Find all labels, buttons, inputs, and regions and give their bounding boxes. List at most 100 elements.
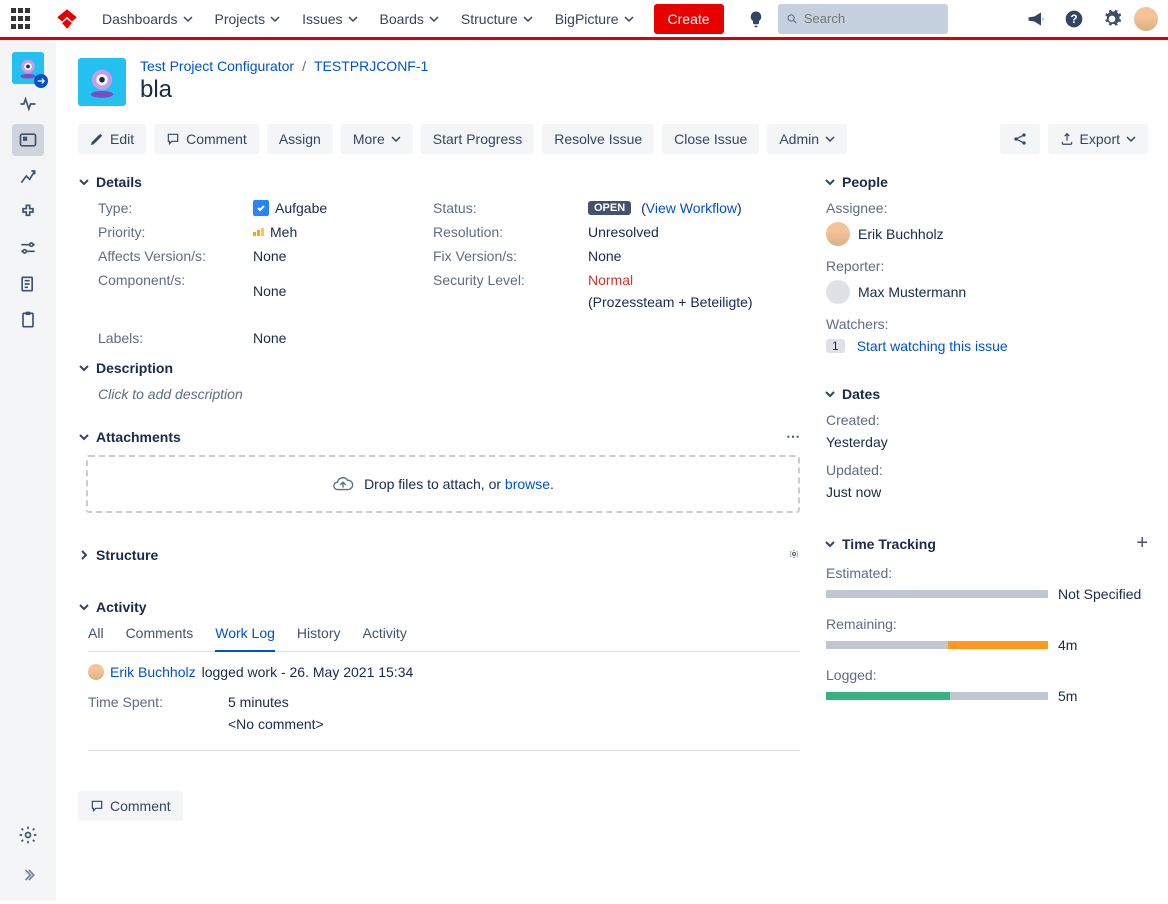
tab-comments[interactable]: Comments — [126, 625, 194, 651]
nav-bigpicture[interactable]: BigPicture — [547, 7, 642, 31]
view-workflow-link[interactable]: View Workflow — [646, 200, 737, 216]
search-input[interactable] — [778, 4, 948, 34]
details-grid: Type: Aufgabe Status: OPEN (View Workflo… — [78, 200, 800, 346]
create-button[interactable]: Create — [654, 4, 724, 34]
structure-settings-icon[interactable] — [788, 547, 800, 563]
tab-worklog[interactable]: Work Log — [215, 625, 275, 652]
breadcrumb-project[interactable]: Test Project Configurator — [140, 58, 294, 74]
admin-button[interactable]: Admin — [767, 124, 847, 154]
comment-icon — [90, 799, 104, 813]
assign-button[interactable]: Assign — [267, 124, 333, 154]
edit-button[interactable]: Edit — [78, 124, 146, 154]
security-label: Security Level: — [433, 272, 588, 310]
main-content: Test Project Configurator / TESTPRJCONF-… — [56, 40, 1168, 901]
attachment-dropzone[interactable]: Drop files to attach, or browse. — [86, 455, 800, 513]
worklog-user-link[interactable]: Erik Buchholz — [110, 664, 196, 680]
cloud-upload-icon — [332, 473, 354, 495]
export-button[interactable]: Export — [1048, 124, 1148, 154]
sidebar-clipboard-icon[interactable] — [12, 304, 44, 336]
chevron-down-icon — [1126, 134, 1136, 144]
share-button[interactable] — [1000, 124, 1040, 154]
sidebar — [0, 40, 56, 901]
affects-value: None — [253, 248, 433, 264]
chevron-down-icon — [825, 134, 835, 144]
assignee-name[interactable]: Erik Buchholz — [858, 226, 944, 242]
chevron-down-icon — [824, 176, 836, 188]
remaining-bar — [826, 641, 1048, 649]
time-tracking-section-toggle[interactable]: Time Tracking + — [824, 532, 1148, 555]
settings-icon[interactable] — [1100, 7, 1124, 31]
description-section-toggle[interactable]: Description — [78, 360, 800, 376]
sidebar-project-icon[interactable] — [12, 52, 44, 84]
details-section-toggle[interactable]: Details — [78, 174, 800, 190]
start-watching-link[interactable]: Start watching this issue — [857, 338, 1008, 354]
sidebar-activity-icon[interactable] — [12, 88, 44, 120]
attachments-menu-icon[interactable]: ⋯ — [786, 428, 800, 445]
resolution-value: Unresolved — [588, 224, 800, 240]
assignee-avatar[interactable] — [826, 222, 850, 246]
sidebar-expand-icon[interactable] — [12, 859, 44, 891]
sidebar-pages-icon[interactable] — [12, 268, 44, 300]
megaphone-icon[interactable] — [1024, 7, 1048, 31]
nav-dashboards[interactable]: Dashboards — [94, 7, 201, 31]
activity-section-toggle[interactable]: Activity — [78, 599, 800, 615]
top-bar: Dashboards Projects Issues Boards Struct… — [0, 0, 1168, 40]
search-icon — [786, 12, 798, 26]
structure-section-toggle[interactable]: Structure — [78, 547, 800, 563]
time-tracking-add-icon[interactable]: + — [1136, 532, 1148, 555]
chevron-down-icon — [270, 14, 280, 24]
created-value: Yesterday — [826, 434, 1148, 450]
description-placeholder[interactable]: Click to add description — [78, 386, 800, 402]
sidebar-settings-icon[interactable] — [12, 819, 44, 851]
affects-label: Affects Version/s: — [98, 248, 253, 264]
help-icon[interactable]: ? — [1062, 7, 1086, 31]
sidebar-board-icon[interactable] — [12, 124, 44, 156]
watchers-label: Watchers: — [826, 316, 1148, 332]
chevron-down-icon — [624, 14, 634, 24]
reporter-name[interactable]: Max Mustermann — [858, 284, 966, 300]
bulb-icon[interactable] — [744, 7, 768, 31]
type-label: Type: — [98, 200, 253, 216]
project-avatar-icon[interactable] — [78, 58, 126, 106]
nav-structure[interactable]: Structure — [453, 7, 541, 31]
comment-button-bottom[interactable]: Comment — [78, 791, 183, 821]
estimated-value: Not Specified — [1058, 586, 1148, 602]
breadcrumb-issue-key[interactable]: TESTPRJCONF-1 — [314, 58, 428, 74]
start-progress-button[interactable]: Start Progress — [421, 124, 534, 154]
profile-avatar[interactable] — [1134, 7, 1158, 31]
watchers-count-badge: 1 — [826, 339, 845, 353]
apps-grid-icon[interactable] — [10, 7, 34, 31]
sidebar-components-icon[interactable] — [12, 196, 44, 228]
attachments-section-toggle[interactable]: Attachments ⋯ — [78, 428, 800, 445]
chevron-down-icon — [348, 14, 358, 24]
tab-all[interactable]: All — [88, 625, 104, 651]
comment-button[interactable]: Comment — [154, 124, 259, 154]
svg-text:?: ? — [1070, 13, 1077, 26]
sidebar-sliders-icon[interactable] — [12, 232, 44, 264]
people-section-toggle[interactable]: People — [824, 174, 1148, 190]
nav-issues[interactable]: Issues — [294, 7, 365, 31]
resolve-issue-button[interactable]: Resolve Issue — [542, 124, 654, 154]
status-value: OPEN (View Workflow) — [588, 200, 800, 216]
jira-logo-icon[interactable] — [54, 6, 80, 32]
labels-label: Labels: — [98, 330, 253, 346]
nav-boards[interactable]: Boards — [372, 7, 447, 31]
created-label: Created: — [826, 412, 1148, 428]
tab-activity[interactable]: Activity — [362, 625, 406, 651]
worklog-comment: <No comment> — [228, 716, 324, 732]
more-button[interactable]: More — [341, 124, 413, 154]
time-spent-value: 5 minutes — [228, 694, 289, 710]
reporter-avatar[interactable] — [826, 280, 850, 304]
dates-section-toggle[interactable]: Dates — [824, 386, 1148, 402]
comment-icon — [166, 132, 180, 146]
priority-icon — [253, 228, 264, 236]
close-issue-button[interactable]: Close Issue — [662, 124, 759, 154]
nav-projects[interactable]: Projects — [207, 7, 289, 31]
fix-label: Fix Version/s: — [433, 248, 588, 264]
browse-link[interactable]: browse — [505, 476, 550, 492]
tab-history[interactable]: History — [297, 625, 341, 651]
issue-title[interactable]: bla — [140, 76, 428, 104]
chevron-down-icon — [78, 431, 90, 443]
worklog-entry: Erik Buchholz logged work - 26. May 2021… — [78, 664, 800, 751]
sidebar-reports-icon[interactable] — [12, 160, 44, 192]
